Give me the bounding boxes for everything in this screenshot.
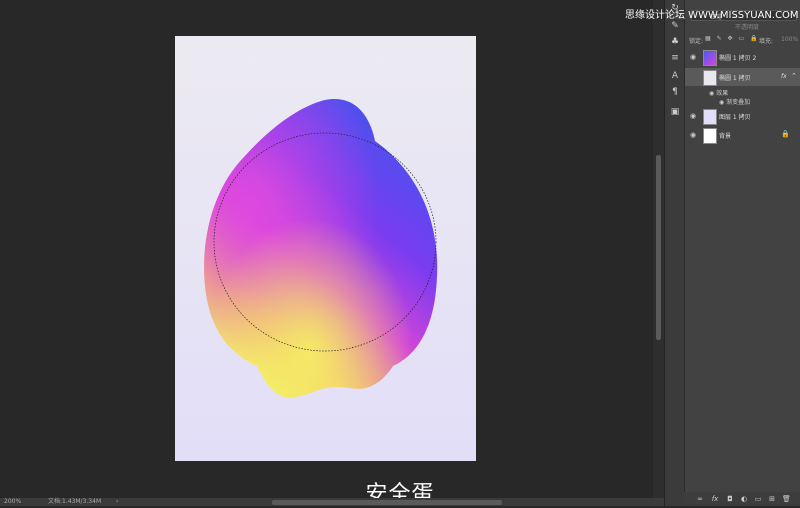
vertical-scroll-thumb[interactable] [656,155,661,340]
fill-label: 填充: [759,38,774,45]
layer-thumbnail [703,70,717,86]
brush-icon[interactable]: ✎ [668,20,682,32]
lock-icons[interactable]: ▦ ✎ ✥ ▭ 🔒 [705,35,760,42]
properties-icon[interactable]: ≡ [668,52,682,64]
layer-row-selected[interactable]: 椭圆 1 拷贝 fx ⌃ [685,68,800,86]
layer-row[interactable]: ◉ 椭圆 1 拷贝 2 [685,48,800,66]
paragraph-icon[interactable]: ¶ [668,86,682,98]
layers-panel-footer: ∞ fx ◘ ◐ ▭ ⊞ 🗑 [684,492,800,506]
layer-name: 椭圆 1 拷贝 2 [719,55,757,62]
eye-icon[interactable]: ◉ [719,99,724,106]
lock-label: 锁定: [689,38,704,45]
eye-icon[interactable]: ◉ [709,90,714,97]
group-icon[interactable]: ▭ [754,495,762,503]
layer-row[interactable]: ◉ 图层 1 拷贝 [685,107,800,125]
link-icon[interactable]: ∞ [696,495,704,503]
doc-size[interactable]: 文档:1.43M/3.34M [48,498,101,506]
mask-icon[interactable]: ◘ [726,495,734,503]
horizontal-scroll-thumb[interactable] [272,500,502,505]
adjustment-layer-icon[interactable]: ◐ [740,495,748,503]
layers-panel: 正常 ⌄ 不透明度 锁定: ▦ ✎ ✥ ▭ 🔒 填充: 100% ◉ 椭圆 1 … [684,0,800,506]
eye-icon[interactable]: ◉ [690,112,696,120]
layer-thumbnail [703,128,717,144]
canvas-area[interactable] [0,0,664,498]
layer-thumbnail [703,50,717,66]
layer-name: 椭圆 1 拷贝 [719,75,751,82]
character-icon[interactable]: A [668,70,682,82]
effects-label: 效果 [716,90,729,97]
gradient-overlay-label: 渐变叠加 [726,99,751,106]
gradient-overlay-item[interactable]: ◉ 渐变叠加 [719,97,750,106]
zoom-level[interactable]: 200% [4,498,21,506]
trash-icon[interactable]: 🗑 [782,495,791,503]
lock-icon: 🔒 [781,130,790,138]
chevron-up-icon[interactable]: ⌃ [791,72,797,80]
new-layer-icon[interactable]: ⊞ [768,495,776,503]
opacity-field[interactable]: 不透明度 [735,22,759,31]
watermark-text: 思缘设计论坛 WWW.MISSYUAN.COM [625,10,799,21]
layer-row[interactable]: ◉ 背景 🔒 [685,126,800,144]
fx-icon[interactable]: fx [781,73,787,80]
fx-icon[interactable]: fx [711,495,719,503]
eye-icon[interactable]: ◉ [690,131,696,139]
status-arrow-icon[interactable]: › [116,498,118,506]
eye-icon[interactable]: ◉ [690,53,696,61]
gradient-blob-artwork [204,99,438,398]
document-canvas[interactable] [175,36,476,461]
panel-tool-strip: ↻ ✎ ♣ ≡ A ¶ ▣ [664,0,685,506]
styles-icon[interactable]: ▣ [668,106,682,118]
layer-name: 背景 [719,133,732,140]
layer-thumbnail [703,109,717,125]
fill-value[interactable]: 100% [781,36,798,43]
adjustments-icon[interactable]: ♣ [668,36,682,48]
effects-item[interactable]: ◉ 效果 [709,88,728,97]
layer-name: 图层 1 拷贝 [719,114,751,121]
